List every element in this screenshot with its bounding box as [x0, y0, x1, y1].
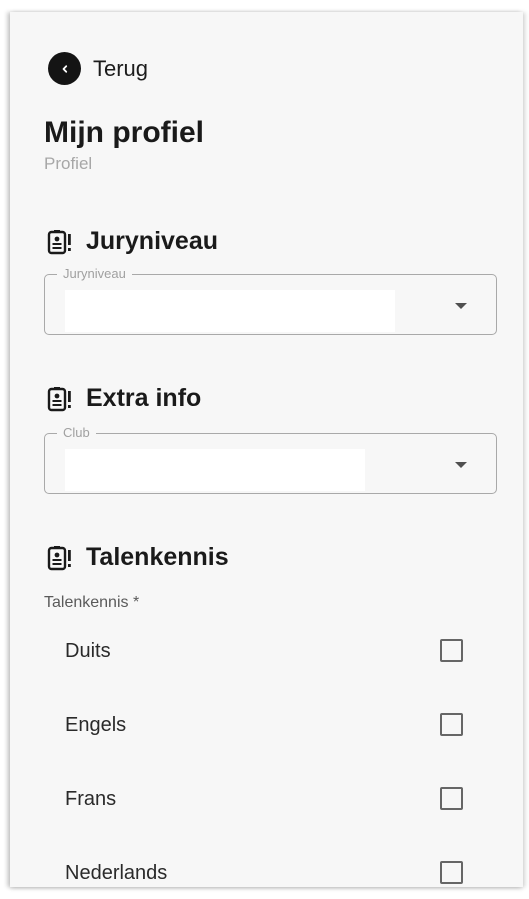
section-header-talenkennis: Talenkennis: [46, 543, 229, 572]
language-option-frans[interactable]: Frans: [65, 785, 465, 815]
dropdown-arrow-icon: [455, 303, 467, 309]
back-label: Terug: [93, 55, 149, 81]
club-select[interactable]: Club: [44, 425, 497, 494]
badge-alert-icon: [47, 386, 71, 411]
section-title-talenkennis: Talenkennis: [86, 543, 229, 571]
checkbox-duits[interactable]: [440, 639, 463, 662]
section-title-juryniveau: Juryniveau: [86, 227, 219, 255]
page-subtitle: Profiel: [44, 154, 93, 173]
language-label: Engels: [65, 714, 127, 736]
talenkennis-group-label: Talenkennis *: [44, 594, 140, 611]
juryniveau-select-value: [65, 290, 395, 332]
section-header-extra-info: Extra info: [46, 384, 201, 413]
language-label: Nederlands: [65, 862, 168, 884]
back-button[interactable]: Terug: [48, 52, 148, 85]
language-option-engels[interactable]: Engels: [65, 711, 465, 741]
language-label: Frans: [65, 788, 117, 810]
section-title-extra-info: Extra info: [86, 384, 202, 412]
language-option-nederlands[interactable]: Nederlands: [65, 859, 465, 887]
club-select-value: [65, 449, 365, 491]
club-select-label: Club: [57, 425, 96, 440]
language-label: Duits: [65, 640, 111, 662]
badge-alert-icon: [47, 229, 71, 254]
dropdown-arrow-icon: [455, 462, 467, 468]
profile-screen: Terug Mijn profiel Profiel Juryniveau Ju…: [10, 12, 523, 887]
checkbox-frans[interactable]: [440, 787, 463, 810]
language-option-duits[interactable]: Duits: [65, 637, 465, 667]
juryniveau-select-label: Juryniveau: [57, 266, 132, 281]
chevron-left-icon: [48, 52, 81, 85]
checkbox-nederlands[interactable]: [440, 861, 463, 884]
page-title: Mijn profiel: [44, 116, 204, 149]
badge-alert-icon: [47, 545, 71, 570]
juryniveau-select[interactable]: Juryniveau: [44, 266, 497, 335]
section-header-juryniveau: Juryniveau: [46, 227, 218, 256]
checkbox-engels[interactable]: [440, 713, 463, 736]
